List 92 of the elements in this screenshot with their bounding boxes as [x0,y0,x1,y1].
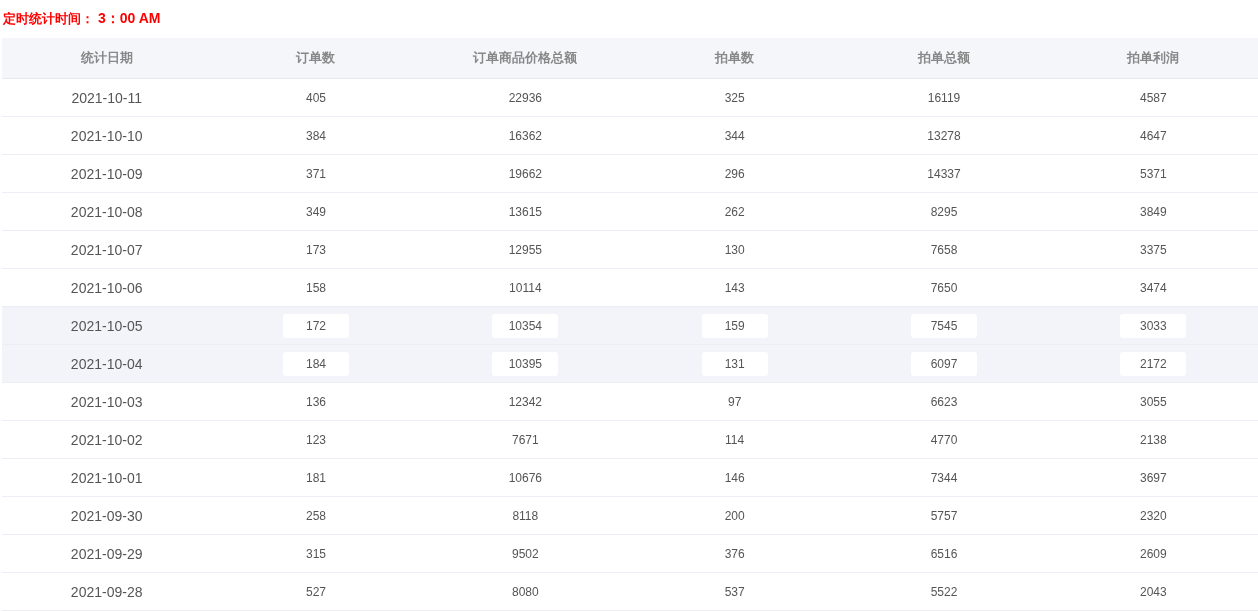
schedule-label: 定时统计时间： [3,10,94,28]
table-cell: 296 [724,166,745,181]
table-cell: 158 [305,280,326,295]
table-cell: 146 [724,470,745,485]
table-cell: 6516 [930,546,958,561]
table-cell: 4587 [1139,90,1167,105]
table-cell: 2138 [1139,432,1167,447]
table-cell: 22936 [508,90,542,105]
table-cell: 384 [305,128,326,143]
table-cell: 3055 [1139,394,1167,409]
table-cell: 258 [305,508,326,523]
table-cell: 2021-10-07 [70,241,143,258]
table-cell: 3474 [1139,280,1167,295]
table-cell: 9502 [511,546,539,561]
table-cell: 3849 [1139,204,1167,219]
table-cell: 2021-10-04 [70,355,143,372]
table-cell: 6097 [911,351,977,376]
table-cell: 349 [305,204,326,219]
table-cell: 371 [305,166,326,181]
table-cell: 10395 [492,351,559,376]
table-cell: 173 [305,242,326,257]
table-cell: 2021-09-29 [70,545,143,562]
table-cell: 13615 [508,204,542,219]
column-header: 拍单数 [715,49,755,67]
column-header: 统计日期 [80,49,133,67]
table-cell: 2021-09-28 [70,583,143,600]
table-cell: 5522 [930,584,958,599]
table-cell: 13278 [927,128,961,143]
table-cell: 200 [724,508,745,523]
table-cell: 114 [725,432,745,447]
table-cell: 136 [305,394,326,409]
table-cell: 2021-09-30 [70,507,143,524]
table-cell: 2021-10-06 [70,279,143,296]
table-cell: 143 [724,280,745,295]
table-cell: 172 [283,313,349,338]
column-header: 拍单利润 [1127,49,1180,67]
table-cell: 2021-10-03 [70,393,143,410]
table-cell: 325 [724,90,745,105]
table-cell: 12342 [508,394,542,409]
table-cell: 184 [283,351,349,376]
table-cell: 8080 [511,584,539,599]
table-cell: 8118 [512,508,539,523]
table-cell: 2172 [1120,351,1187,376]
table-cell: 123 [305,432,326,447]
table-cell: 5371 [1139,166,1167,181]
table-cell: 7344 [930,470,958,485]
table-cell: 2320 [1139,508,1167,523]
table-cell: 4770 [930,432,958,447]
table-cell: 8295 [930,204,958,219]
table-cell: 10114 [509,280,542,295]
table-cell: 3697 [1139,470,1167,485]
column-header: 订单商品价格总额 [473,49,578,67]
table-cell: 3033 [1120,313,1187,338]
table-cell: 2021-10-10 [70,127,143,144]
table-cell: 7545 [911,313,977,338]
column-header: 订单数 [296,49,336,67]
table-cell: 5757 [930,508,958,523]
table-cell: 2021-10-01 [70,469,143,486]
table-cell: 2021-10-05 [70,317,143,334]
table-cell: 16119 [927,90,961,105]
table-cell: 7671 [511,432,539,447]
column-header: 拍单总额 [918,49,970,67]
table-cell: 3375 [1139,242,1167,257]
table-cell: 527 [305,584,326,599]
table-cell: 2021-10-11 [71,89,142,106]
table-cell: 130 [724,242,745,257]
table-cell: 7650 [930,280,958,295]
table-cell: 2609 [1139,546,1167,561]
table-cell: 7658 [930,242,958,257]
table-cell: 10354 [492,313,559,338]
table-cell: 12955 [508,242,542,257]
table-cell: 376 [724,546,745,561]
table-cell: 181 [305,470,326,485]
table-cell: 315 [305,546,326,561]
table-cell: 2021-10-08 [70,203,143,220]
table-cell: 344 [724,128,745,143]
table-cell: 405 [305,90,326,105]
table-cell: 16362 [508,128,542,143]
table-cell: 4647 [1139,128,1167,143]
table-cell: 2021-10-02 [70,431,143,448]
table-cell: 19662 [508,166,542,181]
table-cell: 14337 [927,166,961,181]
table-cell: 131 [701,351,768,376]
table-cell: 537 [724,584,745,599]
table-cell: 10676 [508,470,542,485]
table-cell: 159 [701,313,768,338]
table-cell: 2043 [1139,584,1167,599]
table-cell: 2021-10-09 [70,165,143,182]
table-cell: 262 [724,204,745,219]
table-cell: 97 [727,394,742,409]
schedule-time: 3：00 AM [98,10,161,28]
table-cell: 6623 [930,394,958,409]
